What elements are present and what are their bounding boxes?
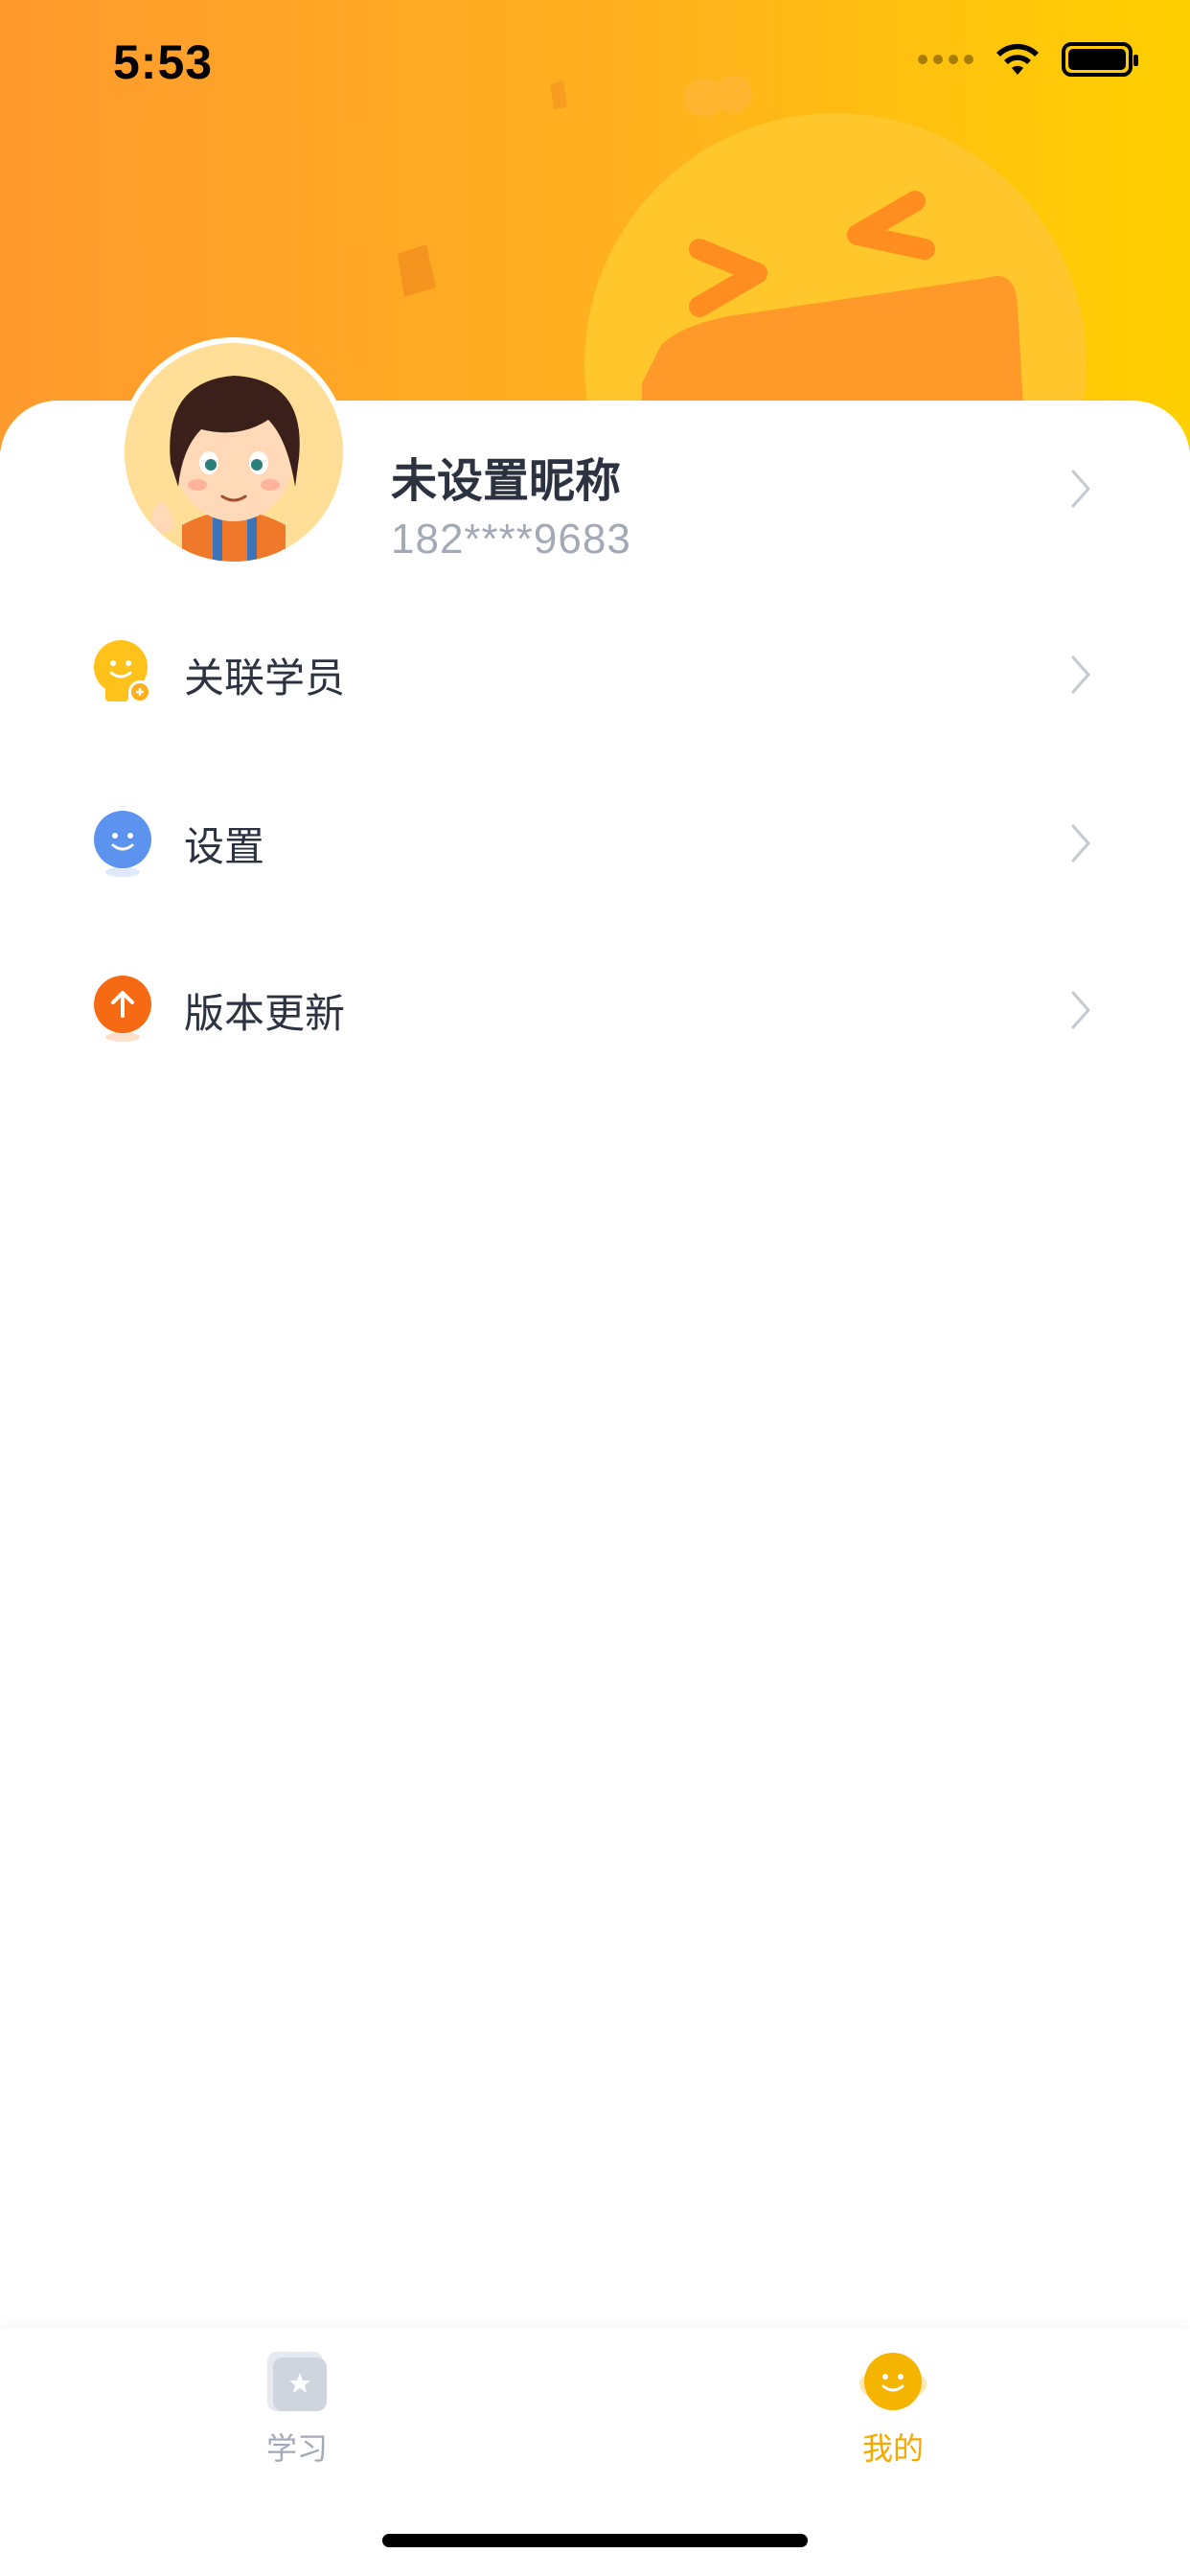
menu-item-label: 关联学员 — [184, 655, 346, 702]
menu-item-update[interactable]: 版本更新 — [0, 951, 1190, 1066]
tab-label: 我的 — [861, 2430, 924, 2467]
chevron-right-icon[interactable] — [1069, 468, 1092, 510]
chevron-right-icon — [1071, 824, 1090, 862]
signal-icon — [918, 55, 973, 64]
mine-icon — [859, 2353, 927, 2410]
menu-item-label: 设置 — [184, 823, 265, 870]
battery-icon — [1062, 42, 1138, 77]
wifi-icon — [996, 43, 1039, 75]
menu-item-label: 版本更新 — [184, 990, 346, 1037]
settings-icon — [94, 811, 151, 877]
status-time: 5:53 — [113, 35, 214, 89]
link-student-icon — [94, 640, 151, 703]
avatar-image — [125, 343, 343, 562]
avatar[interactable] — [119, 337, 349, 567]
chevron-right-icon — [1071, 656, 1090, 694]
study-icon — [267, 2352, 327, 2411]
tab-label: 学习 — [265, 2430, 328, 2467]
tab-mine[interactable]: 我的 — [797, 2348, 989, 2501]
chevron-right-icon — [1071, 991, 1090, 1029]
mascot-illustration — [584, 77, 1087, 450]
menu-item-link-student[interactable]: 关联学员 — [0, 617, 1190, 732]
profile-phone: 182****9683 — [391, 516, 631, 563]
home-indicator[interactable] — [382, 2534, 808, 2547]
confetti-icon — [398, 244, 436, 297]
status-icons — [918, 42, 1138, 77]
menu-item-settings[interactable]: 设置 — [0, 784, 1190, 899]
tab-study[interactable]: 学习 — [201, 2348, 393, 2501]
confetti-icon — [550, 80, 567, 109]
update-icon — [94, 976, 151, 1042]
profile-name[interactable]: 未设置昵称 — [391, 443, 621, 510]
